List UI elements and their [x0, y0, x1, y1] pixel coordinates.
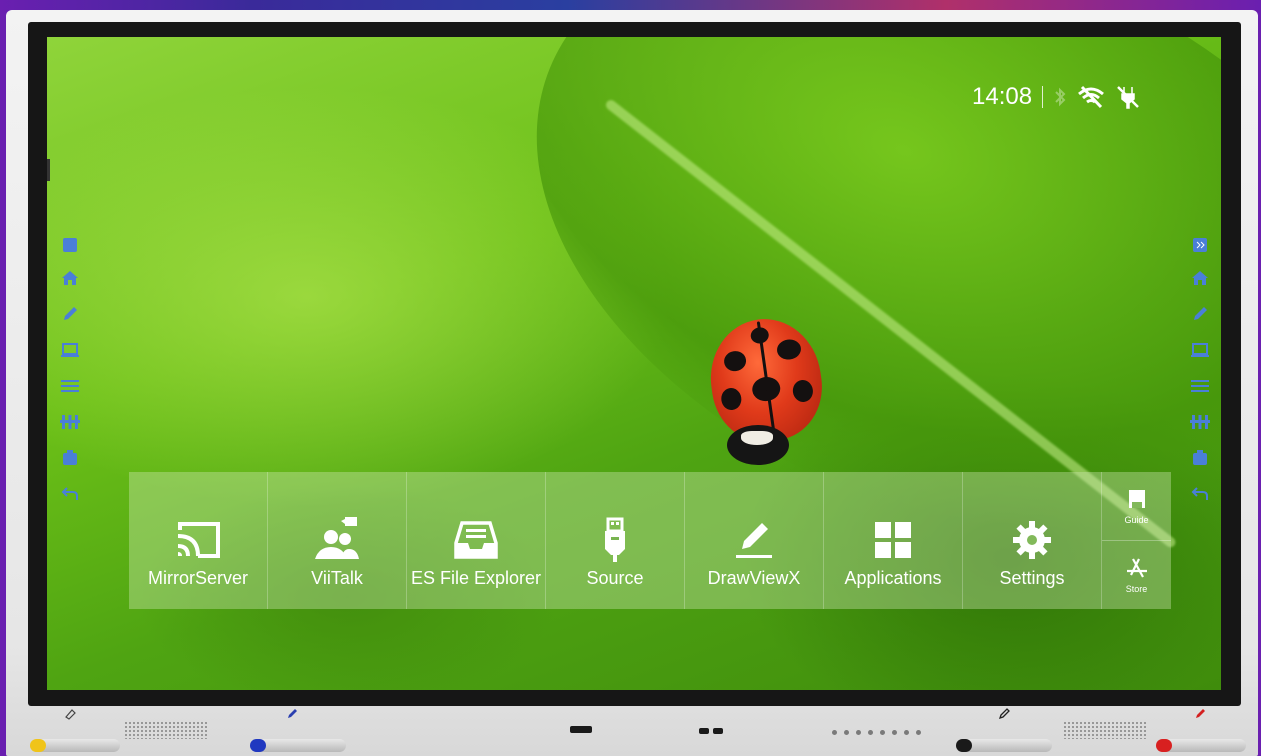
- floppy-icon: [1128, 487, 1146, 511]
- grid-icon: [875, 518, 911, 562]
- front-button[interactable]: [904, 730, 909, 735]
- power-button[interactable]: [570, 726, 592, 733]
- front-button[interactable]: [892, 730, 897, 735]
- collapse-icon[interactable]: [59, 230, 81, 260]
- gear-icon: [1011, 518, 1053, 562]
- front-button[interactable]: [832, 730, 837, 735]
- whiteboard-icon[interactable]: [1189, 440, 1211, 476]
- video-call-icon: [311, 517, 363, 562]
- app-dock: MirrorServer ViiTalk ES File Explorer So…: [129, 472, 1171, 609]
- status-separator: [1042, 86, 1044, 108]
- tools-icon[interactable]: [59, 404, 81, 440]
- app-tile-applications[interactable]: Applications: [824, 472, 963, 609]
- app-label: Store: [1125, 584, 1148, 594]
- app-tile-store[interactable]: Store: [1102, 540, 1171, 609]
- right-toolbar: [1187, 230, 1213, 512]
- status-bar: 14:08: [972, 80, 1141, 114]
- file-tray-icon: [454, 518, 498, 562]
- ethernet-off-icon[interactable]: [1115, 84, 1141, 110]
- app-tile-source[interactable]: Source: [546, 472, 685, 609]
- app-label: Applications: [844, 568, 942, 588]
- app-tile-settings[interactable]: Settings: [963, 472, 1102, 609]
- speaker-grille-left: [124, 721, 208, 739]
- black-pen[interactable]: [956, 739, 1052, 752]
- app-label: DrawViewX: [707, 568, 801, 588]
- app-tile-viitalk[interactable]: ViiTalk: [268, 472, 407, 609]
- screen: 14:08 MirrorServer ViiTalk ES File Explo…: [47, 37, 1221, 690]
- app-tile-mirrorserver[interactable]: MirrorServer: [129, 472, 268, 609]
- pen-icon[interactable]: [1189, 296, 1211, 332]
- expand-icon[interactable]: [1189, 230, 1211, 260]
- left-toolbar-indicator: [47, 159, 50, 181]
- bluetooth-icon[interactable]: [1053, 86, 1067, 108]
- app-label: ViiTalk: [311, 568, 363, 588]
- hardware-bottom-bar: [6, 706, 1258, 756]
- menu-icon[interactable]: [1189, 368, 1211, 404]
- mini-app-column: Guide Store: [1102, 472, 1171, 609]
- menu-icon[interactable]: [59, 368, 81, 404]
- wifi-off-icon[interactable]: [1077, 85, 1105, 109]
- blue-pen[interactable]: [250, 739, 346, 752]
- usb-port: [699, 728, 709, 734]
- pencil-icon: [732, 518, 776, 562]
- home-icon[interactable]: [59, 260, 81, 296]
- black-pen-slot-icon: [998, 708, 1010, 720]
- app-tile-drawviewx[interactable]: DrawViewX: [685, 472, 824, 609]
- usb-plug-icon: [601, 517, 629, 562]
- home-icon[interactable]: [1189, 260, 1211, 296]
- usb-port: [713, 728, 723, 734]
- laptop-icon[interactable]: [1189, 332, 1211, 368]
- app-tile-es-file-explorer[interactable]: ES File Explorer: [407, 472, 546, 609]
- laptop-icon[interactable]: [59, 332, 81, 368]
- front-button[interactable]: [880, 730, 885, 735]
- app-label: Source: [586, 568, 644, 588]
- front-button[interactable]: [856, 730, 861, 735]
- eraser-slot-icon: [65, 709, 76, 720]
- pen-icon[interactable]: [59, 296, 81, 332]
- wallpaper-ladybug: [703, 311, 829, 475]
- speaker-grille-right: [1063, 721, 1147, 739]
- front-button[interactable]: [916, 730, 921, 735]
- left-toolbar: [57, 230, 83, 512]
- tools-icon[interactable]: [1189, 404, 1211, 440]
- red-pen[interactable]: [1156, 739, 1246, 752]
- red-pen-slot-icon: [1196, 709, 1205, 718]
- back-icon[interactable]: [1189, 476, 1211, 512]
- clock: 14:08: [972, 83, 1033, 110]
- blue-pen-slot-icon: [288, 709, 297, 718]
- back-icon[interactable]: [59, 476, 81, 512]
- app-label: MirrorServer: [147, 568, 248, 588]
- whiteboard-icon[interactable]: [59, 440, 81, 476]
- front-button[interactable]: [868, 730, 873, 735]
- app-label: ES File Explorer: [410, 568, 542, 588]
- yellow-pen[interactable]: [30, 739, 120, 752]
- app-tile-guide[interactable]: Guide: [1102, 472, 1171, 540]
- front-button[interactable]: [844, 730, 849, 735]
- app-label: Guide: [1124, 515, 1149, 525]
- cast-icon: [174, 518, 222, 562]
- app-store-icon: [1125, 556, 1149, 580]
- app-label: Settings: [999, 568, 1065, 588]
